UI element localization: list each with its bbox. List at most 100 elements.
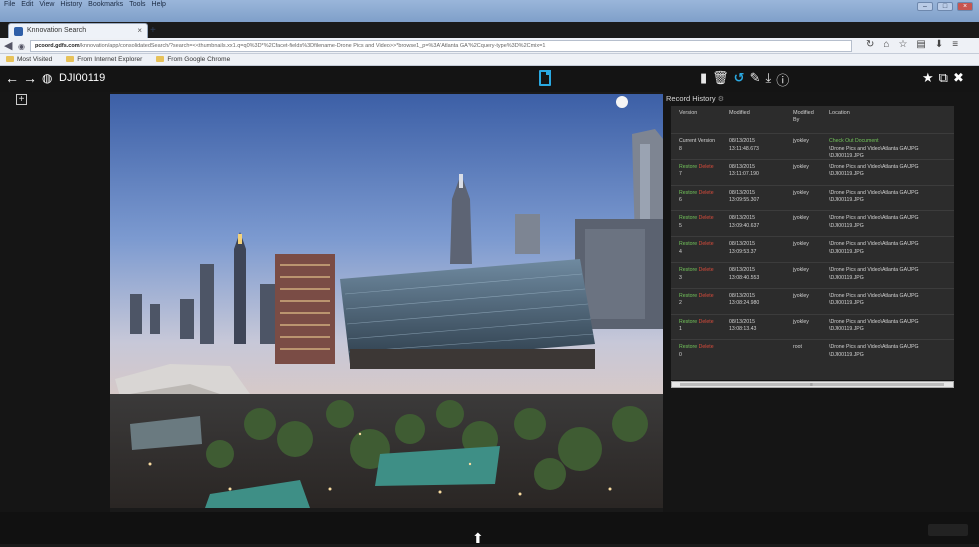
file-info-icon[interactable]: ▮ [700, 70, 707, 89]
modified-by-cell: jyokley [793, 292, 809, 299]
version-number: 2 [679, 300, 682, 307]
delete-link[interactable]: Delete [699, 164, 714, 170]
modified-cell: 08/13/2015 13:08:24.980 [729, 293, 759, 308]
restore-link[interactable]: Restore [679, 319, 697, 325]
modified-by-cell: jyokley [793, 163, 809, 170]
check-out-link[interactable]: Check Out Document [829, 138, 879, 144]
document-preview-image[interactable] [110, 94, 663, 508]
hamburger-menu-icon[interactable]: ≡ [952, 39, 958, 50]
restore-link[interactable]: Restore [679, 164, 697, 170]
modified-date: 08/13/2015 [729, 215, 755, 222]
restore-link[interactable]: Restore [679, 241, 697, 247]
bookmark-from-ie[interactable]: From Internet Explorer [66, 56, 142, 65]
horizontal-scrollbar[interactable]: ≡ [671, 381, 954, 388]
restore-link[interactable]: Restore [679, 190, 697, 196]
folder-icon [66, 56, 75, 62]
location-path: \Drone Pics and Video\Atlanta GA\JPG [829, 241, 919, 248]
version-number: 5 [679, 222, 682, 229]
header-modified-by: Modified By [793, 110, 814, 123]
restore-link[interactable]: Restore [679, 293, 697, 299]
reload-icon[interactable]: ↻ [866, 39, 874, 50]
delete-link[interactable]: Delete [699, 293, 714, 299]
table-row: Restore Delete 2 08/13/2015 13:08:24.980 jyo… [671, 287, 954, 313]
location-filename: \DJI00119.JPG [829, 197, 864, 204]
tab-title: Knnovation Search [27, 27, 87, 34]
bookmarks-menu-icon[interactable]: ▤ [916, 39, 925, 50]
minimize-button[interactable]: – [917, 2, 933, 11]
modified-date: 08/13/2015 [729, 241, 755, 248]
bookmark-star-icon[interactable]: ☆ [898, 39, 907, 50]
menu-file[interactable]: File [4, 1, 15, 8]
external-link-icon[interactable]: ⧉ [939, 70, 948, 86]
restore-link[interactable]: Restore [679, 344, 697, 350]
downloads-icon[interactable]: ⬇ [935, 39, 943, 50]
modified-by-cell: jyokley [793, 267, 809, 273]
delete-link[interactable]: Delete [699, 344, 714, 350]
location-cell: \Drone Pics and Video\Atlanta GA\JPG \DJI… [829, 267, 919, 282]
viewer-footer [0, 512, 979, 544]
gear-icon[interactable]: ⚙ [718, 96, 724, 103]
star-icon[interactable]: ★ [922, 70, 934, 86]
menu-history[interactable]: History [60, 1, 82, 8]
globe-icon[interactable]: ◍ [42, 71, 52, 85]
new-tab-icon[interactable]: + [150, 25, 156, 36]
delete-link[interactable]: Delete [699, 190, 714, 196]
site-identity-icon[interactable]: ◉ [18, 42, 25, 51]
back-arrow-icon[interactable]: ← [5, 70, 19, 86]
close-icon[interactable]: ✖ [953, 70, 964, 86]
menu-bookmarks[interactable]: Bookmarks [88, 1, 123, 8]
restore-link[interactable]: Restore [679, 215, 697, 221]
edit-icon[interactable]: ✎ [750, 70, 761, 89]
trash-icon[interactable]: 🗑 [712, 70, 729, 89]
modified-by-cell: jyokley [793, 138, 809, 144]
footer-widget[interactable] [928, 524, 968, 536]
document-actions: ▮ 🗑 ↺ ✎ ⤓ ⓘ [700, 70, 789, 89]
restore-link[interactable]: Restore [679, 267, 697, 273]
browser-back-icon[interactable]: ◀ [4, 39, 12, 52]
tab-close-icon[interactable]: × [137, 26, 142, 35]
location-cell: \Drone Pics and Video\Atlanta GA\JPG \DJI… [829, 319, 919, 334]
version-cell: Current Version 8 [679, 138, 715, 153]
delete-link[interactable]: Delete [699, 267, 714, 273]
location-cell: \Drone Pics and Video\Atlanta GA\JPG \DJI… [829, 293, 919, 308]
browser-tab[interactable]: Knnovation Search × [8, 23, 148, 38]
modified-date: 08/13/2015 [729, 292, 755, 299]
modified-by-cell: root [793, 344, 802, 351]
home-icon[interactable]: ⌂ [883, 39, 889, 50]
modified-time: 13:09:40.637 [729, 222, 760, 229]
version-cell: Restore Delete 7 [679, 164, 714, 179]
modified-time: 13:08:24.980 [729, 300, 760, 307]
menu-edit[interactable]: Edit [21, 1, 33, 8]
maximize-button[interactable]: □ [937, 2, 953, 11]
location-path: \Drone Pics and Video\Atlanta GA\JPG [829, 292, 919, 299]
url-input[interactable]: pcoord.gdfs.com/knnovation/app/consolida… [30, 40, 852, 52]
bookmark-from-chrome[interactable]: From Google Chrome [156, 56, 230, 65]
info-icon[interactable]: ⓘ [776, 70, 789, 89]
document-icon[interactable] [539, 70, 551, 86]
modified-date: 08/13/2015 [729, 138, 755, 144]
history-icon[interactable]: ↺ [734, 70, 745, 89]
modified-time: 13:09:55.307 [729, 197, 760, 204]
close-window-button[interactable]: × [957, 2, 973, 11]
modified-time: 13:09:53.37 [729, 248, 757, 255]
location-cell: \Drone Pics and Video\Atlanta GA\JPG \DJI… [829, 190, 919, 205]
expand-panel-icon[interactable]: + [16, 94, 27, 105]
document-title: DJI00119 [59, 72, 106, 84]
scroll-up-arrow-icon[interactable]: ⬆ [472, 530, 484, 547]
table-row: Current Version 8 08/13/2015 13:11:48.673 jy… [671, 133, 954, 159]
download-icon[interactable]: ⤓ [765, 70, 771, 89]
bookmark-most-visited[interactable]: Most Visited [6, 56, 52, 65]
menu-view[interactable]: View [39, 1, 54, 8]
delete-link[interactable]: Delete [699, 319, 714, 325]
menu-tools[interactable]: Tools [129, 1, 145, 8]
forward-arrow-icon[interactable]: → [23, 70, 37, 86]
location-cell: \Drone Pics and Video\Atlanta GA\JPG \DJI… [829, 241, 919, 256]
table-row: Restore Delete 0 root \Drone Pics and Video… [671, 339, 954, 364]
modified-date: 08/13/2015 [729, 267, 755, 273]
delete-link[interactable]: Delete [699, 241, 714, 247]
location-cell: \Drone Pics and Video\Atlanta GA\JPG \DJI… [829, 164, 919, 179]
menu-help[interactable]: Help [152, 1, 166, 8]
location-path: \Drone Pics and Video\Atlanta GA\JPG [829, 318, 919, 325]
table-row: Restore Delete 6 08/13/2015 13:09:55.307 jyo… [671, 184, 954, 210]
delete-link[interactable]: Delete [699, 215, 714, 221]
